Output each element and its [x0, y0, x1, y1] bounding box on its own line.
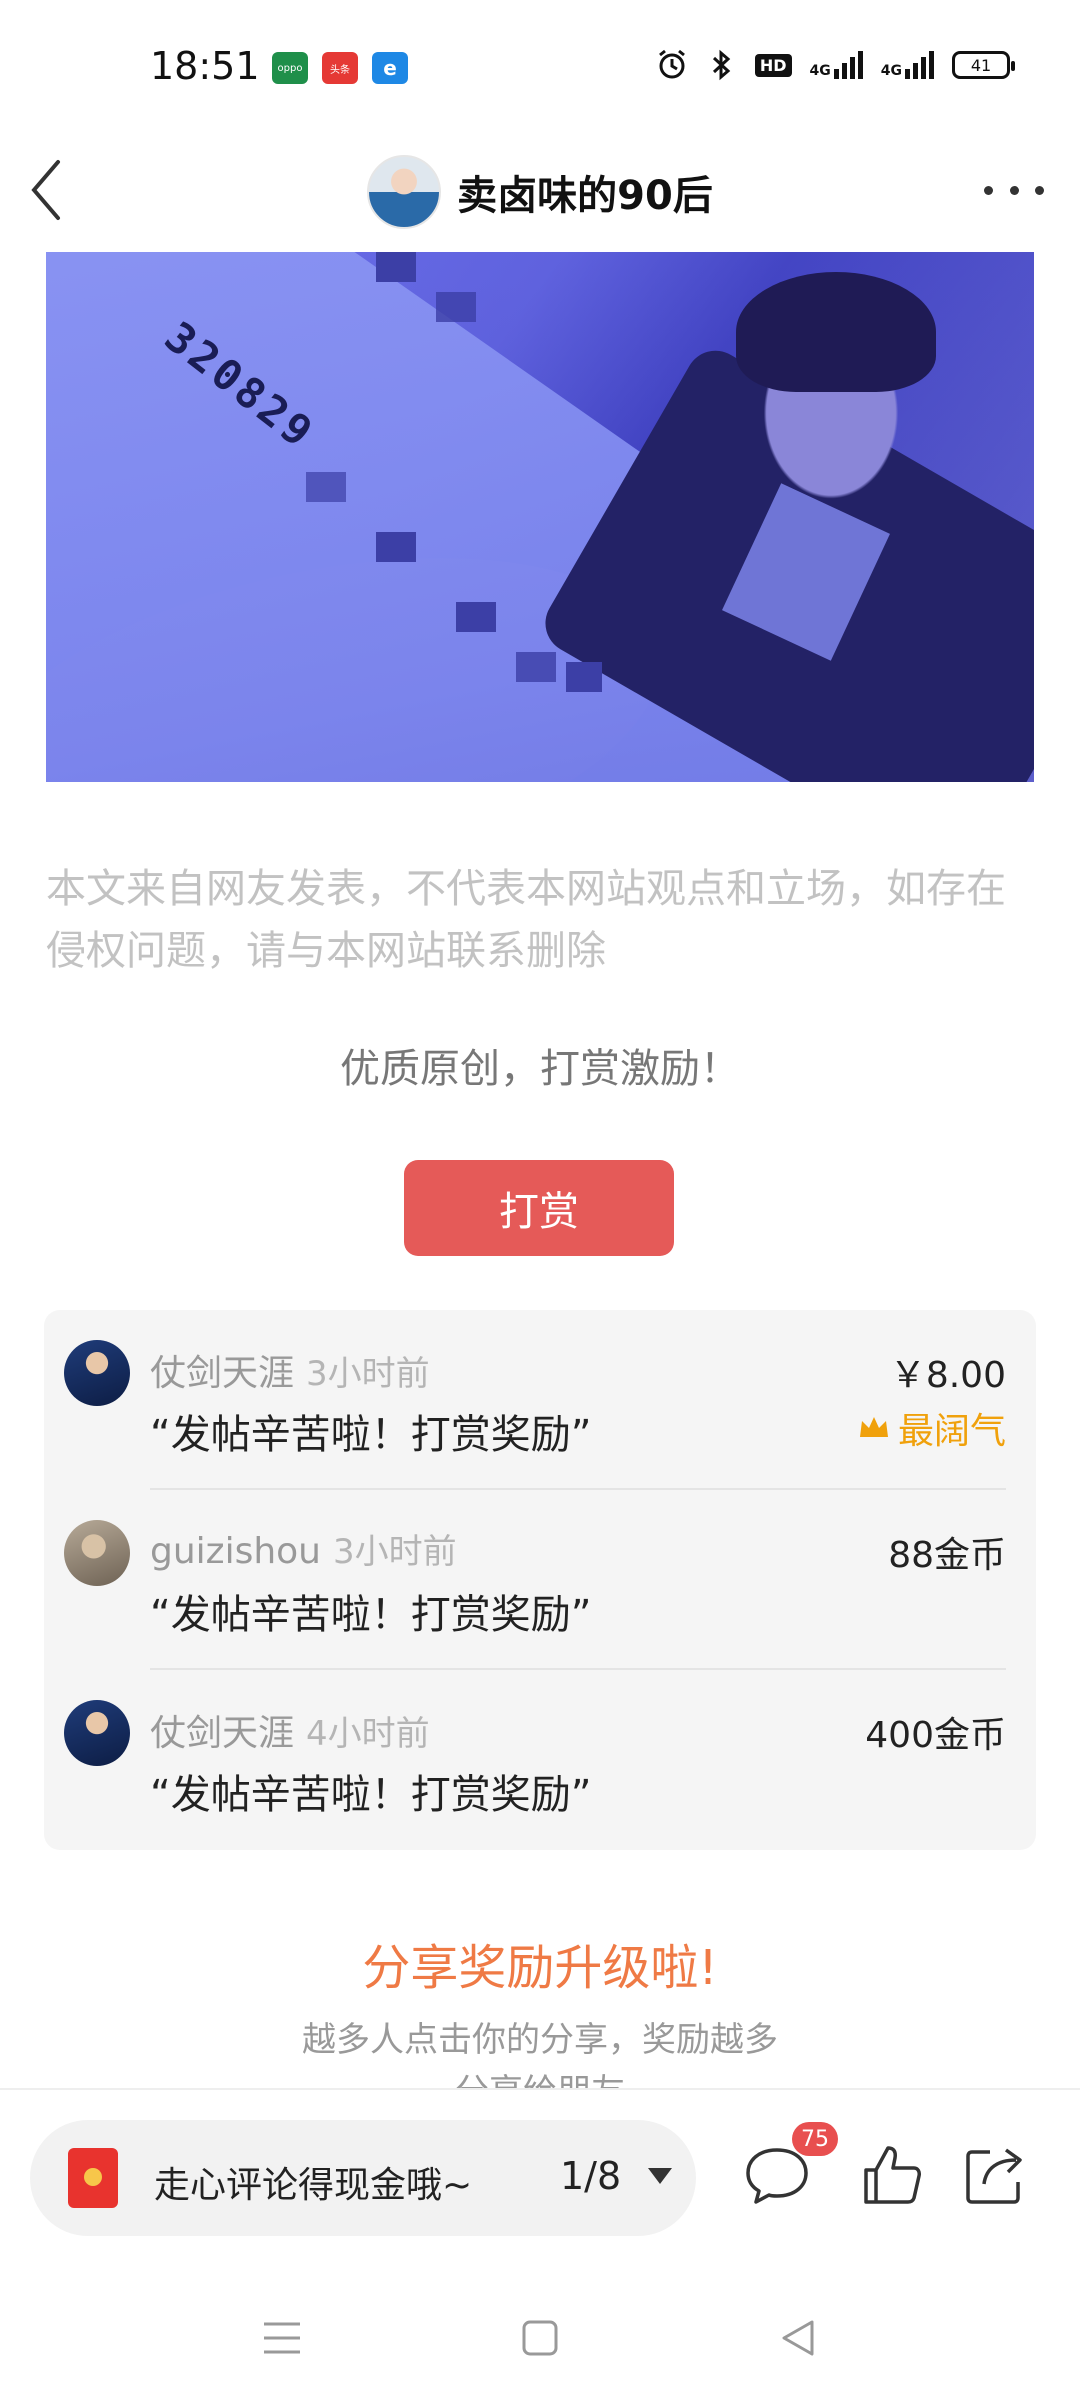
rewarder-avatar[interactable]	[64, 1340, 130, 1406]
post-image[interactable]: 320829	[46, 252, 1034, 782]
reward-tip: 优质原创，打赏激励！	[340, 1046, 740, 1092]
battery-icon: 41	[952, 51, 1015, 79]
reward-message: “发帖辛苦啦！打赏奖励”	[150, 1772, 592, 1818]
more-dot-icon	[984, 185, 993, 195]
rewarder-avatar[interactable]	[64, 1520, 130, 1586]
status-time: 18:51	[150, 44, 260, 88]
top-reward-badge: 最阔气	[858, 1402, 1006, 1454]
comment-count-badge: 75	[792, 2122, 838, 2156]
rewarder-name[interactable]: 仗剑天涯	[150, 1353, 294, 1394]
back-arrow-icon	[31, 160, 60, 220]
reward-button[interactable]: 打赏	[404, 1160, 674, 1256]
reward-time: 4小时前	[306, 1714, 430, 1754]
like-icon[interactable]	[856, 2140, 926, 2210]
reward-list: 仗剑天涯 3小时前 “发帖辛苦啦！打赏奖励” ￥8.00 最阔气 guizisho…	[44, 1310, 1036, 1850]
author-avatar[interactable]	[367, 155, 442, 229]
rewarder-name[interactable]: guizishou	[150, 1531, 321, 1572]
rewarder-avatar[interactable]	[64, 1700, 130, 1766]
reward-amount: 88金币	[888, 1535, 1006, 1576]
status-indicators: HD 4G 4G 41	[655, 48, 1015, 82]
reward-amount: 400金币	[865, 1715, 1006, 1756]
system-nav-bar	[0, 2278, 1080, 2400]
post-header: 卖卤味的90后	[0, 134, 1080, 250]
comment-prompt: 走心评论得现金哦~	[154, 2165, 473, 2206]
disclaimer-text: 本文来自网友发表，不代表本网站观点和立场，如存在侵权问题，请与本网站联系删除	[46, 866, 1006, 974]
reward-time: 3小时前	[306, 1354, 430, 1394]
signal-icon-1: 4G	[810, 51, 863, 79]
badge-label: 最阔气	[897, 1411, 1006, 1452]
alarm-icon	[658, 49, 685, 79]
bottom-action-bar: 走心评论得现金哦~ 1/8 75	[0, 2088, 1080, 2278]
reward-message: “发帖辛苦啦！打赏奖励”	[150, 1592, 592, 1638]
bluetooth-icon	[712, 49, 731, 81]
reward-time: 3小时前	[332, 1532, 457, 1572]
share-icon[interactable]	[960, 2140, 1030, 2210]
toutiao-app-icon: 头条	[322, 52, 358, 84]
rewarder-name[interactable]: 仗剑天涯	[150, 1713, 294, 1754]
share-promo-subtitle: 越多人点击你的分享，奖励越多	[302, 2020, 778, 2060]
menu-icon[interactable]	[252, 2308, 312, 2368]
comment-input[interactable]: 走心评论得现金哦~ 1/8	[30, 2120, 696, 2236]
more-options-button[interactable]	[984, 170, 1044, 210]
back-button[interactable]	[28, 150, 88, 230]
author-info[interactable]: 卖卤味的90后	[367, 155, 713, 229]
oppo-app-icon: oppo	[272, 52, 308, 84]
status-bar: 18:51 oppo 头条 e HD 4G 4G 41	[0, 0, 1080, 134]
home-icon[interactable]	[510, 2308, 570, 2368]
reward-item[interactable]: 仗剑天涯 3小时前 “发帖辛苦啦！打赏奖励” ￥8.00 最阔气	[44, 1310, 1036, 1490]
share-promo-title: 分享奖励升级啦!	[362, 1940, 718, 1996]
reward-amount: ￥8.00	[889, 1355, 1006, 1396]
red-packet-icon	[68, 2148, 118, 2208]
reward-item[interactable]: 仗剑天涯 4小时前 “发帖辛苦啦！打赏奖励” 400金币	[44, 1670, 1036, 1850]
reward-item[interactable]: guizishou 3小时前 “发帖辛苦啦！打赏奖励” 88金币	[44, 1490, 1036, 1670]
browser-app-icon: e	[372, 52, 408, 84]
reward-message: “发帖辛苦啦！打赏奖励”	[150, 1412, 592, 1458]
dropdown-arrow-icon[interactable]	[648, 2168, 672, 2184]
image-portrait-hair	[736, 272, 936, 392]
image-mosaic	[376, 252, 416, 282]
crown-icon	[859, 1417, 888, 1437]
hd-badge: HD	[754, 53, 792, 77]
author-name[interactable]: 卖卤味的90后	[457, 163, 713, 221]
page-indicator[interactable]: 1/8	[560, 2154, 621, 2198]
back-nav-icon[interactable]	[768, 2308, 828, 2368]
signal-icon-2: 4G	[881, 51, 934, 79]
